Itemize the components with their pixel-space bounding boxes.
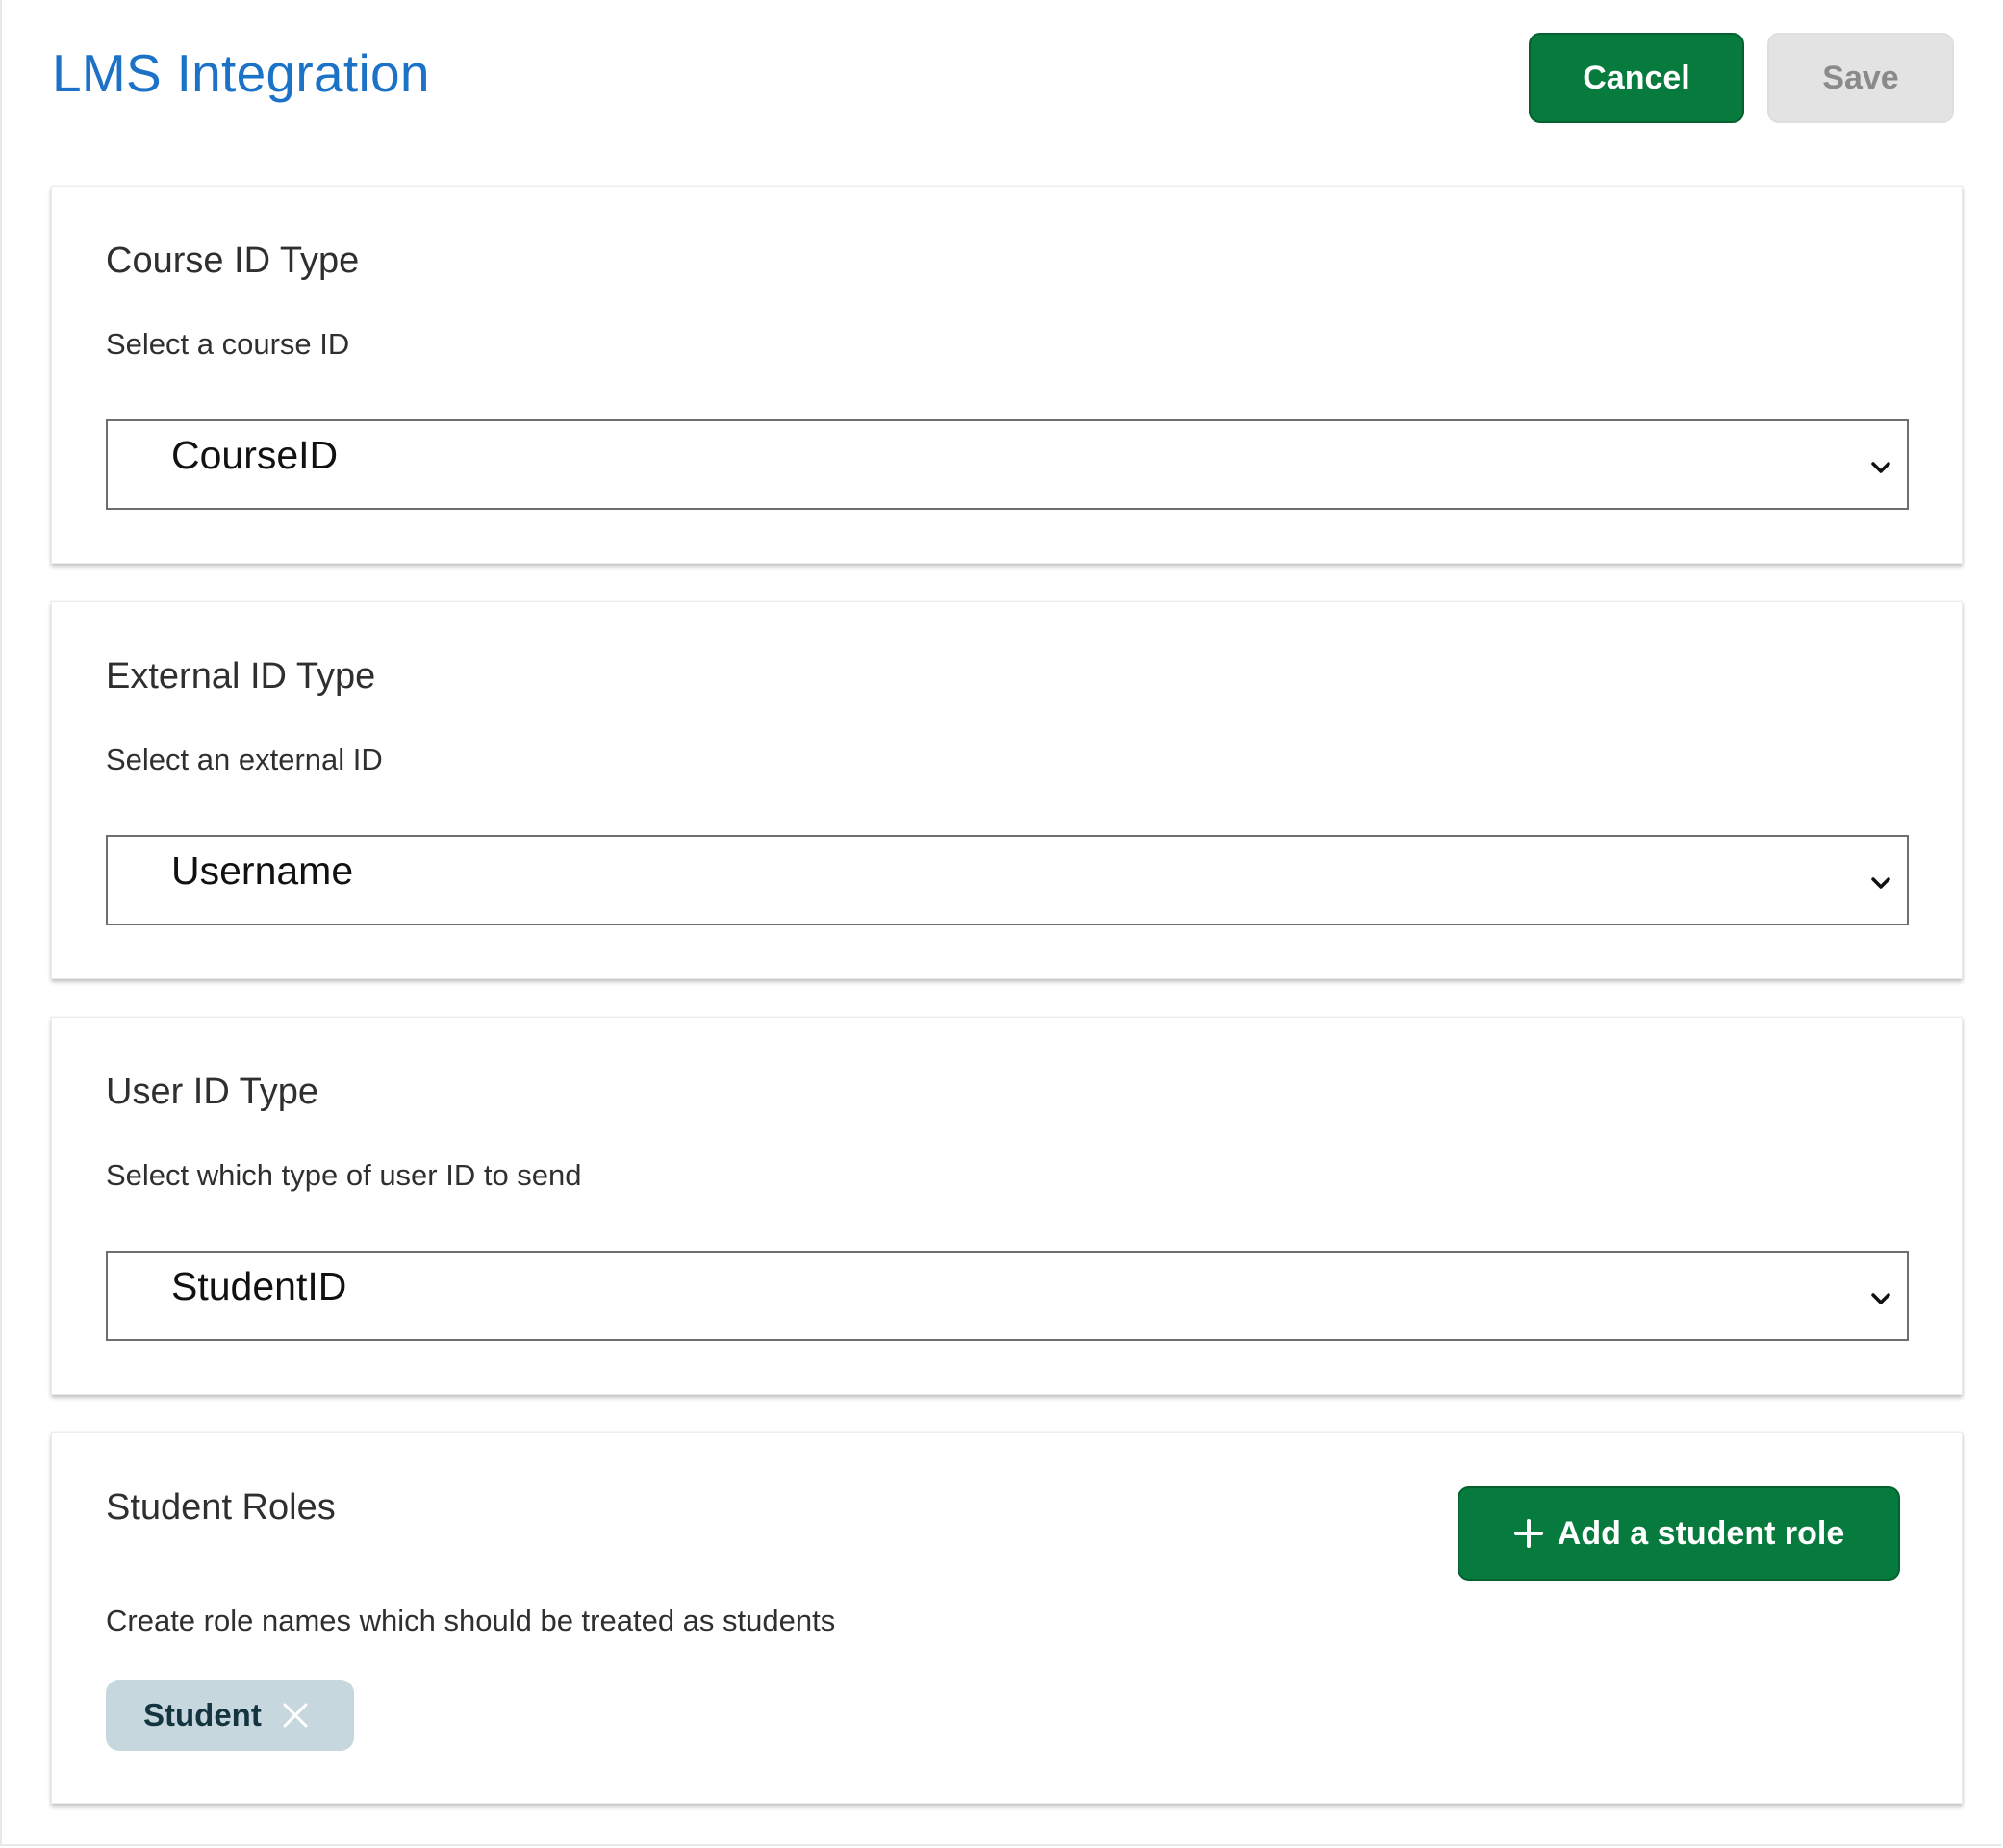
student-roles-card: Student Roles Add a student role Create … xyxy=(51,1432,1963,1804)
chevron-down-icon xyxy=(1871,1293,1890,1304)
plus-icon xyxy=(1513,1519,1543,1548)
user-id-type-title: User ID Type xyxy=(106,1072,319,1112)
page-frame: LMS Integration Cancel Save Course ID Ty… xyxy=(0,0,2001,1846)
user-id-type-card: User ID Type Select which type of user I… xyxy=(51,1017,1963,1395)
course-id-type-subtitle: Select a course ID xyxy=(106,327,350,361)
role-chip-label: Student xyxy=(143,1697,262,1733)
cancel-button[interactable]: Cancel xyxy=(1529,33,1744,123)
external-id-select[interactable]: Username xyxy=(106,835,1909,925)
save-button[interactable]: Save xyxy=(1767,33,1954,123)
add-student-role-button[interactable]: Add a student role xyxy=(1458,1486,1900,1581)
course-id-select-value: CourseID xyxy=(171,433,339,477)
chevron-down-icon xyxy=(1871,877,1890,889)
page-title: LMS Integration xyxy=(52,43,430,103)
course-id-type-card: Course ID Type Select a course ID Course… xyxy=(51,186,1963,564)
role-chip: Student xyxy=(106,1680,354,1751)
external-id-type-card: External ID Type Select an external ID U… xyxy=(51,601,1963,979)
course-id-select[interactable]: CourseID xyxy=(106,419,1909,510)
close-icon[interactable] xyxy=(281,1701,310,1730)
student-roles-subtitle: Create role names which should be treate… xyxy=(106,1604,836,1637)
chevron-down-icon xyxy=(1871,462,1890,473)
external-id-type-title: External ID Type xyxy=(106,656,376,696)
course-id-type-title: Course ID Type xyxy=(106,240,360,281)
external-id-type-subtitle: Select an external ID xyxy=(106,743,383,776)
user-id-select-value: StudentID xyxy=(171,1264,347,1308)
user-id-type-subtitle: Select which type of user ID to send xyxy=(106,1158,582,1192)
external-id-select-value: Username xyxy=(171,848,354,893)
student-roles-title: Student Roles xyxy=(106,1487,336,1528)
add-student-role-label: Add a student role xyxy=(1557,1514,1845,1552)
user-id-select[interactable]: StudentID xyxy=(106,1251,1909,1341)
